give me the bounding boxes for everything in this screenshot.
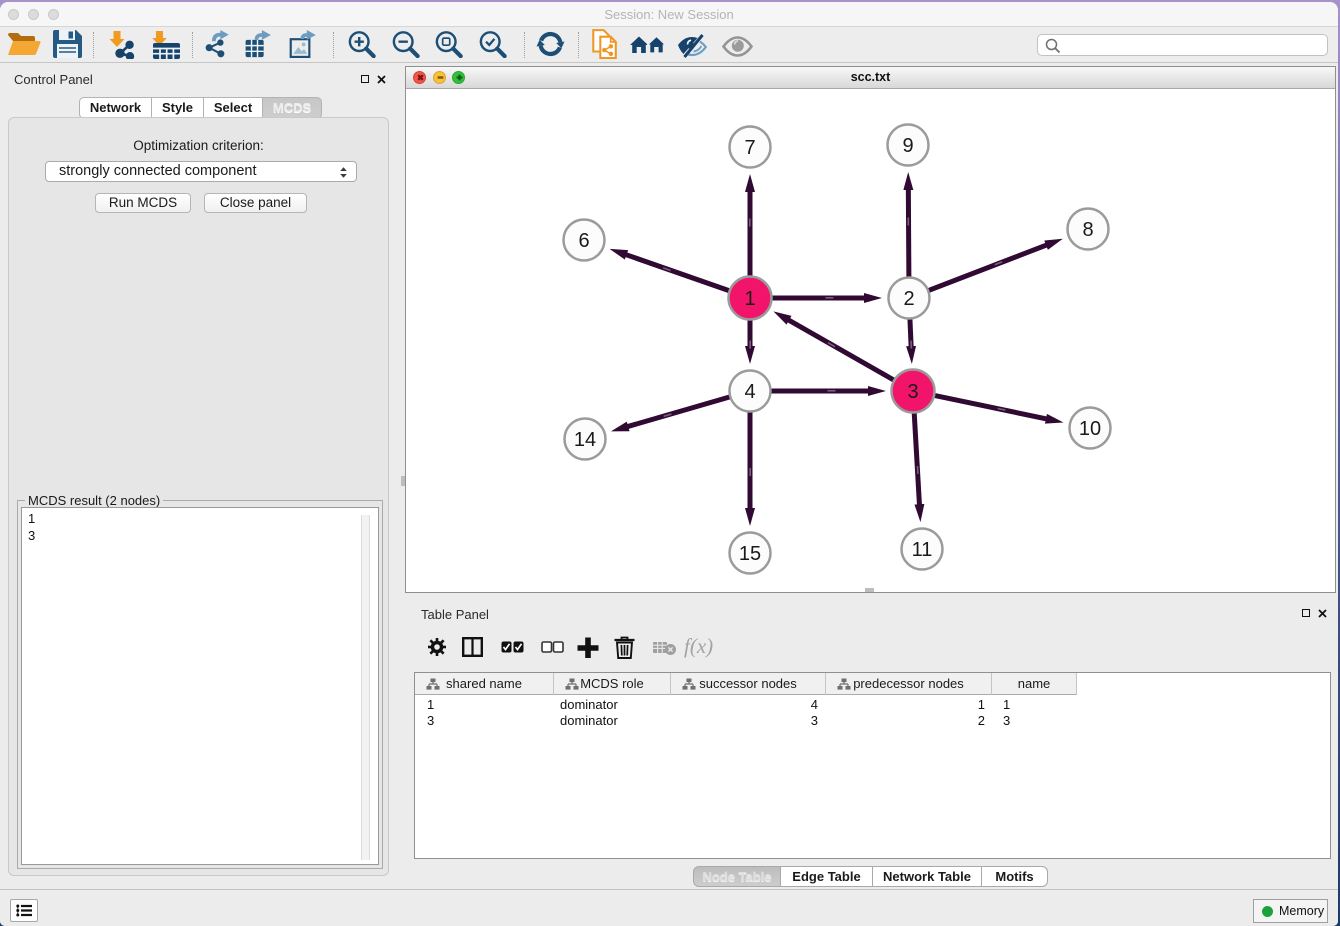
- svg-text:2: 2: [903, 288, 914, 310]
- svg-text:10: 10: [1079, 418, 1101, 440]
- svg-text:9: 9: [902, 135, 913, 157]
- svg-text:15: 15: [739, 543, 761, 565]
- svg-text:7: 7: [744, 137, 755, 159]
- svg-text:1: 1: [744, 288, 755, 310]
- svg-text:4: 4: [744, 381, 755, 403]
- svg-text:3: 3: [907, 381, 918, 403]
- svg-text:8: 8: [1082, 219, 1093, 241]
- svg-text:6: 6: [578, 230, 589, 252]
- svg-text:14: 14: [574, 429, 596, 451]
- svg-text:11: 11: [912, 539, 933, 561]
